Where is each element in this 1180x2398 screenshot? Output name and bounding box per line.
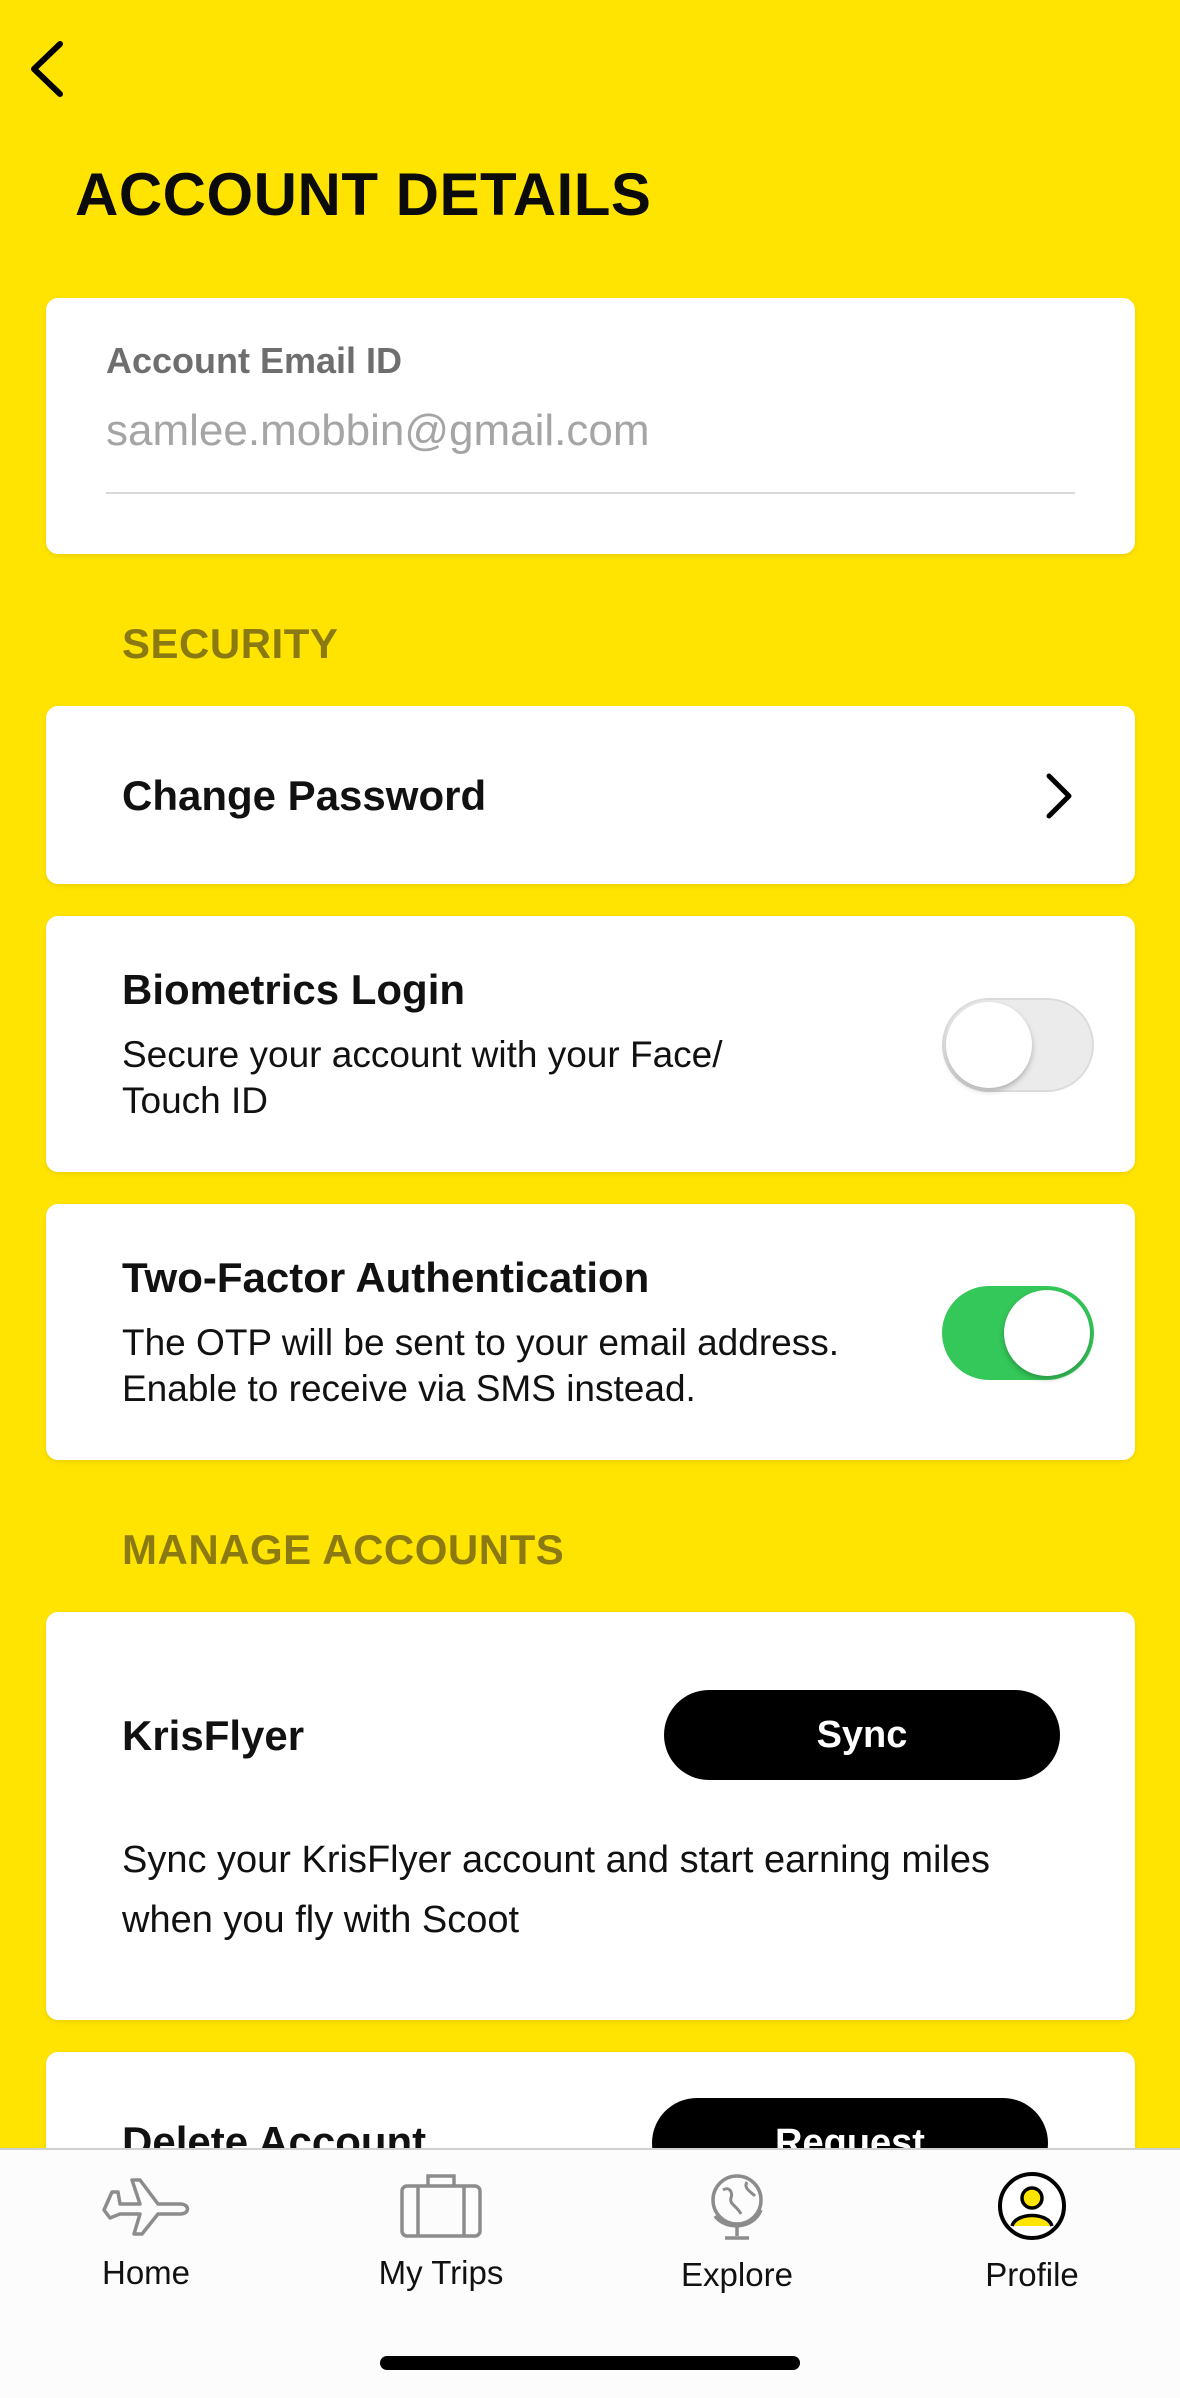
two-factor-card: Two-Factor Authentication The OTP will b… — [46, 1204, 1135, 1460]
krisflyer-description: Sync your KrisFlyer account and start ea… — [122, 1839, 991, 1941]
profile-icon — [998, 2172, 1066, 2240]
tab-home-label: Home — [101, 2254, 191, 2291]
tab-profile[interactable]: Profile — [932, 2170, 1132, 2310]
globe-icon — [711, 2174, 763, 2240]
section-label-security: SECURITY — [122, 620, 339, 667]
sync-button[interactable]: Sync — [664, 1690, 1060, 1780]
page-title: ACCOUNT DETAILS — [75, 161, 652, 228]
change-password-row[interactable]: Change Password — [46, 706, 1135, 884]
home-indicator — [380, 2356, 800, 2370]
email-value: samlee.mobbin@gmail.com — [106, 406, 650, 455]
tab-profile-label: Profile — [985, 2256, 1079, 2293]
toggle-knob — [946, 1002, 1032, 1088]
krisflyer-card: KrisFlyer Sync Sync your KrisFlyer accou… — [46, 1612, 1135, 2020]
two-factor-title: Two-Factor Authentication — [122, 1254, 650, 1301]
email-label: Account Email ID — [106, 340, 403, 381]
change-password-label: Change Password — [122, 772, 487, 819]
two-factor-description: The OTP will be sent to your email addre… — [122, 1322, 840, 1409]
chevron-left-icon — [31, 41, 63, 97]
biometrics-toggle[interactable] — [942, 998, 1094, 1092]
suitcase-icon — [400, 2174, 482, 2238]
biometrics-description: Secure your account with your Face/ Touc… — [122, 1034, 723, 1121]
email-underline — [106, 492, 1075, 494]
two-factor-toggle[interactable] — [942, 1286, 1094, 1380]
section-label-manage-accounts: MANAGE ACCOUNTS — [122, 1526, 565, 1573]
tab-home[interactable]: Home — [46, 2170, 246, 2310]
tab-my-trips-label: My Trips — [378, 2254, 504, 2291]
tab-explore-label: Explore — [681, 2256, 793, 2293]
toggle-knob — [1004, 1290, 1090, 1376]
airplane-icon — [102, 2178, 190, 2236]
biometrics-card: Biometrics Login Secure your account wit… — [46, 916, 1135, 1172]
back-button[interactable] — [22, 36, 72, 102]
chevron-right-icon — [1046, 773, 1072, 819]
biometrics-title: Biometrics Login — [122, 966, 466, 1013]
tab-my-trips[interactable]: My Trips — [341, 2170, 541, 2310]
email-card: Account Email ID samlee.mobbin@gmail.com — [46, 298, 1135, 554]
krisflyer-title: KrisFlyer — [122, 1712, 305, 1759]
tab-explore[interactable]: Explore — [637, 2170, 837, 2310]
